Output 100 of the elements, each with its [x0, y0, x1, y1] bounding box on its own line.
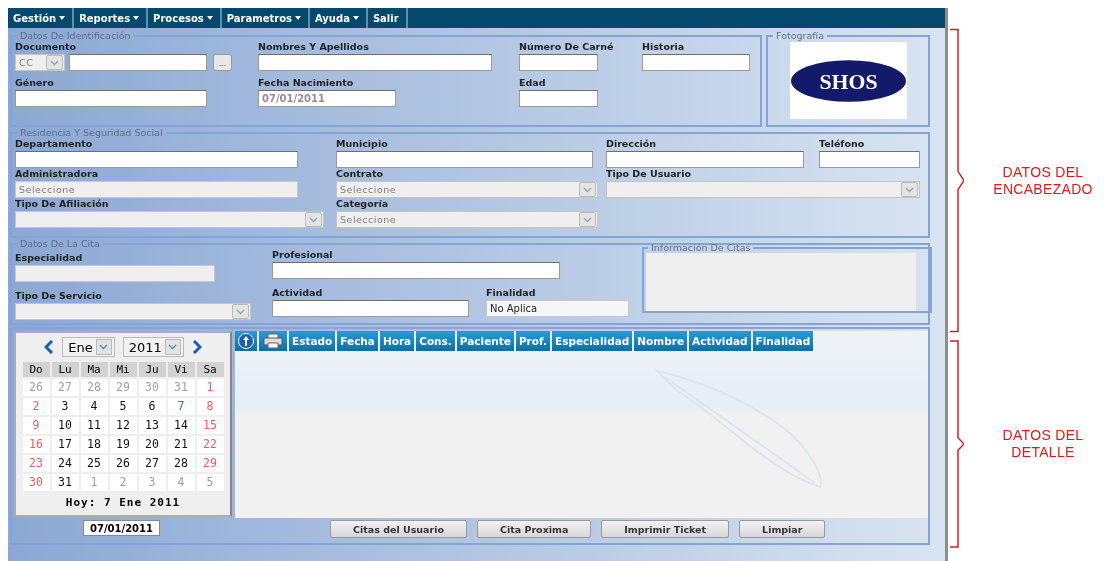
calendar-day[interactable]: 7 — [167, 398, 195, 415]
calendar-day[interactable]: 29 — [196, 455, 224, 472]
input-field[interactable] — [606, 151, 804, 168]
calendar-day[interactable]: 3 — [51, 398, 79, 415]
info-icon[interactable] — [235, 331, 257, 351]
calendar-day[interactable]: 4 — [80, 398, 108, 415]
field-label: Número De Carné — [519, 41, 615, 53]
calendar-day[interactable]: 28 — [167, 455, 195, 472]
field-label: Finalidad — [486, 287, 537, 299]
calendar-day[interactable]: 9 — [22, 417, 50, 434]
menu-item[interactable]: Salir — [367, 8, 408, 28]
input-field[interactable] — [336, 151, 593, 168]
calendar-day[interactable]: 17 — [51, 436, 79, 453]
weekday-header: Vi — [167, 362, 195, 377]
calendar-day[interactable]: 5 — [196, 474, 224, 491]
action-button[interactable]: Citas del Usuario — [330, 520, 467, 538]
calendar-day[interactable]: 13 — [138, 417, 166, 434]
calendar-day[interactable]: 19 — [109, 436, 137, 453]
calendar-day[interactable]: 1 — [80, 474, 108, 491]
calendar-day[interactable]: 16 — [22, 436, 50, 453]
column-header[interactable]: Estado — [289, 331, 336, 351]
field-label: Género — [15, 77, 55, 89]
column-header[interactable]: Prof. — [515, 331, 550, 351]
calendar-day[interactable]: 25 — [80, 455, 108, 472]
field-label: Actividad — [272, 287, 324, 299]
section-legend: Residencia Y Seguridad Social — [17, 128, 166, 138]
calendar-day[interactable]: 18 — [80, 436, 108, 453]
column-header[interactable]: Especialidad — [551, 331, 633, 351]
calendar-day[interactable]: 30 — [22, 474, 50, 491]
date-field[interactable]: 07/01/2011 — [83, 520, 160, 536]
input-field[interactable] — [819, 151, 920, 168]
calendar-day[interactable]: 6 — [138, 398, 166, 415]
input-field[interactable] — [272, 262, 560, 279]
field-label: Documento — [15, 41, 77, 53]
menu-item[interactable]: Ayuda — [309, 8, 368, 28]
column-header[interactable]: Fecha — [337, 331, 378, 351]
calendar-day[interactable]: 26 — [109, 455, 137, 472]
calendar-day[interactable]: 27 — [51, 379, 79, 396]
calendar-day[interactable]: 21 — [167, 436, 195, 453]
printer-icon[interactable] — [259, 331, 287, 351]
calendar-day[interactable]: 29 — [109, 379, 137, 396]
column-header[interactable]: Finalidad — [752, 331, 814, 351]
field-label: Categoría — [336, 198, 390, 210]
menu-item[interactable]: Reportes — [74, 8, 149, 28]
input-field[interactable] — [272, 300, 469, 317]
calendar-day[interactable]: 24 — [51, 455, 79, 472]
field-label: Nombres Y Apellidos — [258, 41, 370, 53]
year-dropdown[interactable]: 2011 — [122, 337, 184, 357]
input-field[interactable] — [15, 151, 298, 168]
column-header[interactable]: Hora — [379, 331, 415, 351]
document-type-dropdown[interactable]: CC — [15, 54, 65, 71]
field-label: Tipo De Usuario — [606, 168, 693, 180]
calendar-day[interactable]: 20 — [138, 436, 166, 453]
menu-item[interactable]: Procesos — [148, 8, 222, 28]
menu-item[interactable]: Parametros — [221, 8, 310, 28]
field-label: Dirección — [606, 138, 658, 150]
month-dropdown[interactable]: Ene — [62, 337, 115, 357]
calendar-day[interactable]: 23 — [22, 455, 50, 472]
column-header[interactable]: Nombre — [634, 331, 688, 351]
field-label: Profesional — [272, 249, 334, 261]
calendar-day[interactable]: 5 — [109, 398, 137, 415]
chevron-left-icon[interactable] — [44, 340, 55, 354]
column-header[interactable]: Paciente — [456, 331, 514, 351]
input-field[interactable] — [69, 54, 207, 71]
calendar-day[interactable]: 14 — [167, 417, 195, 434]
calendar-day[interactable]: 11 — [80, 417, 108, 434]
chevron-down-icon — [901, 182, 918, 197]
calendar-day[interactable]: 31 — [167, 379, 195, 396]
action-button[interactable]: Cita Proxima — [476, 520, 592, 538]
calendar-day[interactable]: 15 — [196, 417, 224, 434]
calendar-day[interactable]: 8 — [196, 398, 224, 415]
column-header[interactable]: Actividad — [689, 331, 751, 351]
calendar-day[interactable]: 2 — [22, 398, 50, 415]
column-header[interactable]: Cons. — [416, 331, 455, 351]
calendar-day[interactable]: 1 — [196, 379, 224, 396]
menu-item[interactable]: Gestión — [8, 8, 75, 28]
calendar-day[interactable]: 4 — [167, 474, 195, 491]
input-field[interactable] — [15, 90, 207, 107]
action-button[interactable]: Imprimir Ticket — [601, 520, 730, 538]
calendar-day[interactable]: 30 — [138, 379, 166, 396]
calendar-day[interactable]: 28 — [80, 379, 108, 396]
input-field[interactable] — [519, 54, 598, 71]
action-button[interactable]: Limpiar — [739, 520, 826, 538]
dropdown[interactable]: Seleccione — [336, 211, 598, 228]
input-field[interactable] — [519, 90, 598, 107]
calendar-day[interactable]: 12 — [109, 417, 137, 434]
input-field[interactable] — [258, 54, 492, 71]
calendar-day[interactable]: 27 — [138, 455, 166, 472]
input-field[interactable] — [642, 54, 750, 71]
today-label: Hoy: 7 Ene 2011 — [64, 496, 182, 509]
field-label: Departamento — [15, 138, 94, 150]
search-button[interactable]: ... — [213, 54, 232, 71]
calendar-day[interactable]: 31 — [51, 474, 79, 491]
calendar-day[interactable]: 10 — [51, 417, 79, 434]
calendar-day[interactable]: 2 — [109, 474, 137, 491]
calendar-day[interactable]: 3 — [138, 474, 166, 491]
calendar-day[interactable]: 26 — [22, 379, 50, 396]
calendar-day[interactable]: 22 — [196, 436, 224, 453]
dropdown[interactable]: Seleccione — [336, 181, 598, 198]
chevron-right-icon[interactable] — [191, 340, 202, 354]
